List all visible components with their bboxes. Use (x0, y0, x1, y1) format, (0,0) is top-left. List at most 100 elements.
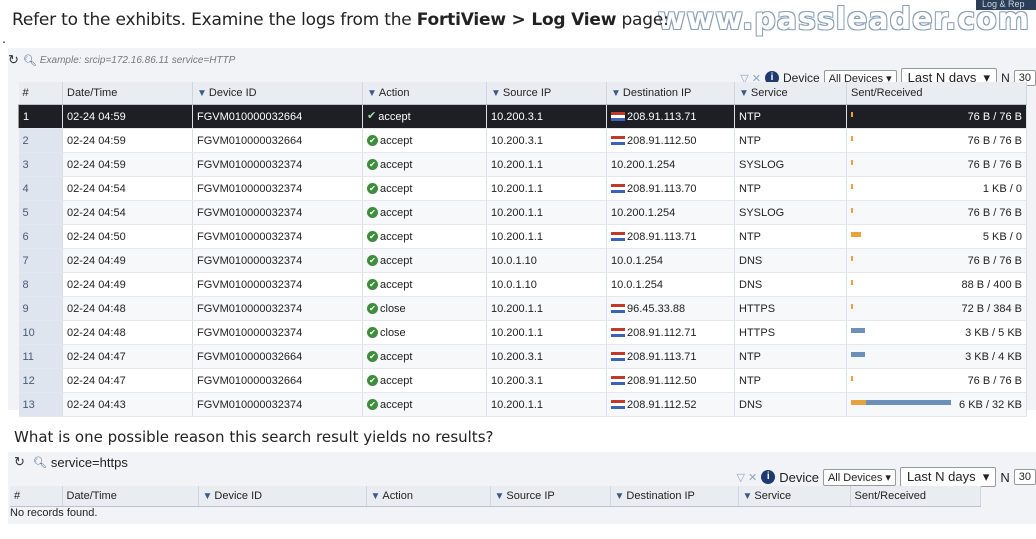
column-header-6[interactable]: ▼ Service (734, 82, 847, 105)
column-header-2[interactable]: ▼ Device ID (198, 486, 367, 507)
question-bold: FortiView > Log View (416, 10, 617, 30)
sent-received-label: 88 B / 400 B (961, 278, 1022, 291)
table-row[interactable]: 2 02-24 04:59 FGVM010000032664 ✔ accept 10.20… (18, 128, 1027, 153)
bottom-search-input[interactable]: service=https (51, 455, 128, 470)
device-select[interactable]: All Devices ▾ (822, 468, 896, 486)
check-icon: ✔ (367, 255, 378, 267)
refresh-icon[interactable]: ↻ (14, 454, 25, 470)
table-row[interactable]: 9 02-24 04:48 FGVM010000032374 ✔ close 10.200… (18, 296, 1027, 321)
question-prefix: Refer to the exhibits. Examine the logs … (12, 10, 417, 30)
row-number: 2 (18, 128, 63, 153)
cell-destination-ip: 10.200.1.254 (606, 200, 735, 225)
us-flag-icon (611, 112, 625, 122)
filter-clear-icon[interactable]: ▽ ✕ (736, 471, 757, 484)
cell-datetime: 02-24 04:54 (62, 200, 193, 225)
cell-device-id: FGVM010000032374 (192, 296, 363, 321)
table-row[interactable]: 13 02-24 04:43 FGVM010000032374 ✔ accept 10.2… (18, 392, 1027, 417)
cell-destination-ip: 10.0.1.254 (606, 248, 735, 273)
column-header-5[interactable]: ▼ Destination IP (610, 486, 739, 507)
column-header-1[interactable]: Date/Time (62, 486, 199, 507)
column-header-5[interactable]: ▼ Destination IP (606, 82, 735, 105)
table-row[interactable]: 11 02-24 04:47 FGVM010000032664 ✔ accept 10.2… (18, 344, 1027, 369)
filter-icon[interactable]: ▼ (367, 88, 377, 99)
device-label: Device (779, 469, 819, 485)
traffic-bar (851, 208, 853, 213)
cell-device-id: FGVM010000032664 (192, 128, 363, 153)
table-row[interactable]: 8 02-24 04:49 FGVM010000032374 ✔ accept 10.0.… (18, 272, 1027, 297)
filter-icon[interactable]: ▼ (615, 491, 625, 502)
filter-icon[interactable]: ▼ (371, 491, 381, 502)
cell-datetime: 02-24 04:49 (62, 248, 193, 273)
row-number: 13 (18, 392, 63, 417)
table-row[interactable]: 12 02-24 04:47 FGVM010000032664 ✔ accept 10.2… (18, 368, 1027, 393)
column-header-6[interactable]: ▼ Service (738, 486, 851, 507)
column-header-3[interactable]: ▼ Action (362, 82, 487, 105)
cell-device-id: FGVM010000032374 (192, 392, 363, 417)
column-header-label: Source IP (502, 87, 552, 99)
watermark: www.passleader.com (657, 2, 1030, 37)
cell-service: NTP (734, 368, 847, 393)
cell-service: DNS (734, 392, 847, 417)
table-row[interactable]: 10 02-24 04:48 FGVM010000032374 ✔ close 10.20… (18, 320, 1027, 345)
table-row[interactable]: 7 02-24 04:49 FGVM010000032374 ✔ accept 10.0.… (18, 248, 1027, 273)
time-select[interactable]: Last N days ▾ (899, 467, 997, 487)
cell-sent-received: 76 B / 76 B (846, 248, 1027, 273)
question-number: . (2, 30, 6, 46)
cell-action: ✔ close (362, 296, 487, 321)
cell-destination-ip: 208.91.112.52 (606, 392, 735, 417)
row-number: 4 (18, 176, 63, 201)
column-header-label: # (22, 87, 29, 99)
column-header-7[interactable]: Sent/Received (850, 486, 981, 507)
cell-action: ✔ accept (362, 392, 487, 417)
column-header-label: Date/Time (67, 87, 118, 99)
cell-action: ✔ accept (362, 368, 487, 393)
column-header-1[interactable]: Date/Time (62, 82, 193, 105)
table-row[interactable]: 3 02-24 04:59 FGVM010000032374 ✔ accept 10.20… (18, 152, 1027, 177)
table-row[interactable]: 5 02-24 04:54 FGVM010000032374 ✔ accept 10.20… (18, 200, 1027, 225)
cell-source-ip: 10.200.3.1 (486, 368, 607, 393)
cell-source-ip: 10.200.3.1 (486, 104, 607, 129)
filter-icon[interactable]: ▼ (495, 491, 505, 502)
table-row[interactable]: 4 02-24 04:54 FGVM010000032374 ✔ accept 10.20… (18, 176, 1027, 201)
column-header-0[interactable]: # (18, 82, 63, 105)
cell-destination-ip: 208.91.112.71 (606, 320, 735, 345)
row-number: 6 (18, 224, 63, 249)
log-table: # Date/Time ▼ Device ID ▼ Action ▼ Source IP ▼ De… (18, 82, 1027, 417)
cell-sent-received: 3 KB / 4 KB (846, 344, 1027, 369)
cell-sent-received: 6 KB / 32 KB (846, 392, 1027, 417)
action-label: accept (378, 110, 411, 123)
column-header-4[interactable]: ▼ Source IP (490, 486, 611, 507)
us-flag-icon (611, 304, 625, 314)
column-header-4[interactable]: ▼ Source IP (486, 82, 607, 105)
sent-received-label: 76 B / 76 B (967, 206, 1022, 219)
refresh-icon[interactable]: ↻ (8, 52, 19, 68)
question-two: What is one possible reason this search … (14, 428, 494, 446)
filter-icon[interactable]: ▼ (197, 88, 207, 99)
top-search-input[interactable]: Example: srcip=172.16.86.11 service=HTTP (40, 55, 235, 66)
cell-sent-received: 72 B / 384 B (846, 296, 1027, 321)
column-header-label: Service (750, 87, 788, 99)
n-value-input[interactable]: 30 (1013, 469, 1036, 485)
filter-icon[interactable]: ▼ (743, 491, 753, 502)
filter-icon[interactable]: ▼ (491, 88, 501, 99)
table-row[interactable]: 6 02-24 04:50 FGVM010000032374 ✔ accept 10.20… (18, 224, 1027, 249)
destination-ip-label: 208.91.113.70 (627, 182, 697, 195)
no-records-message: No records found. (10, 507, 98, 519)
filter-icon[interactable]: ▼ (739, 88, 749, 99)
column-header-label: Action (382, 490, 413, 502)
column-header-0[interactable]: # (10, 486, 63, 507)
check-icon: ✔ (367, 279, 378, 291)
column-header-3[interactable]: ▼ Action (366, 486, 491, 507)
cell-action: ✔ accept (362, 176, 487, 201)
filter-icon[interactable]: ▼ (611, 88, 621, 99)
cell-device-id: FGVM010000032374 (192, 152, 363, 177)
cell-source-ip: 10.200.1.1 (486, 176, 607, 201)
cell-source-ip: 10.0.1.10 (486, 272, 607, 297)
column-header-2[interactable]: ▼ Device ID (192, 82, 363, 105)
column-header-7[interactable]: Sent/Received (846, 82, 1027, 105)
cell-device-id: FGVM010000032374 (192, 176, 363, 201)
filter-icon[interactable]: ▼ (203, 491, 213, 502)
check-icon: ✔ (367, 303, 378, 315)
table-row[interactable]: 1 02-24 04:59 FGVM010000032664 ✔ accept 10.20… (18, 104, 1027, 129)
action-label: accept (380, 254, 413, 267)
